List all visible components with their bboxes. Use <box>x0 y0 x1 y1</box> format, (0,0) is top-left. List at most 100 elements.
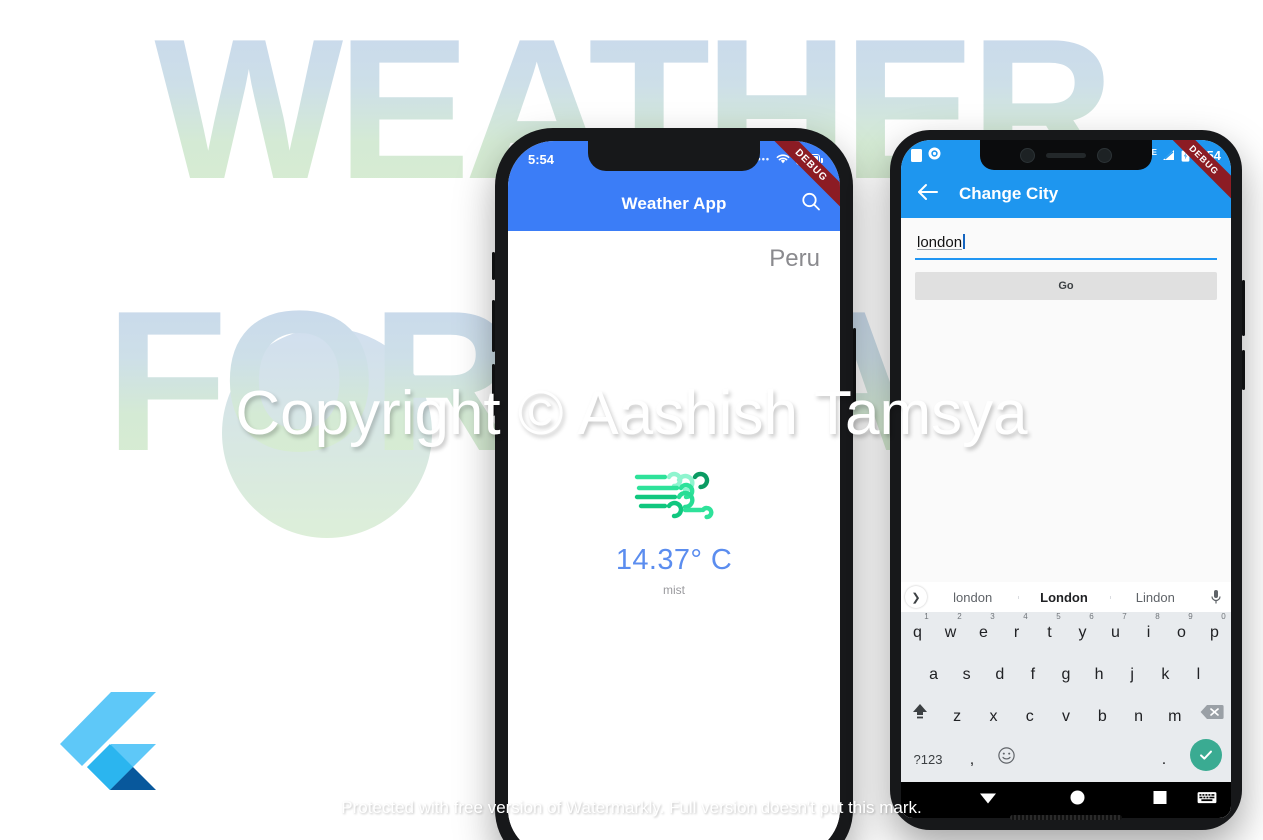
key-h[interactable]: h <box>1083 654 1116 696</box>
key-x[interactable]: x <box>975 696 1011 738</box>
suggestion-1[interactable]: London <box>1018 590 1109 605</box>
key-i[interactable]: 8i <box>1132 612 1165 654</box>
key-p[interactable]: 0p <box>1198 612 1231 654</box>
suggestion-2[interactable]: Lindon <box>1109 590 1201 605</box>
key-label: r <box>1013 624 1020 641</box>
mist-wind-icon <box>631 463 717 528</box>
key-n[interactable]: n <box>1120 696 1156 738</box>
key-num-hint: 3 <box>990 612 995 621</box>
enter-key[interactable] <box>1181 739 1231 781</box>
key-label: w <box>944 624 957 641</box>
iphone-app-bar: Weather App <box>508 177 840 231</box>
key-d[interactable]: d <box>983 654 1016 696</box>
backspace-icon[interactable] <box>1193 696 1231 738</box>
key-num-hint: 6 <box>1089 612 1094 621</box>
microphone-icon[interactable] <box>1201 589 1231 605</box>
nav-home-circle-icon[interactable] <box>1070 790 1085 810</box>
keyboard-row-1: 1q 2w 3e 4r 5t 6y 7u 8i 9o 0p <box>901 612 1231 654</box>
key-r[interactable]: 4r <box>1000 612 1033 654</box>
keyboard-row-3: z x c v b n m <box>901 696 1231 738</box>
key-label: y <box>1078 624 1087 641</box>
key-period[interactable]: . <box>1147 739 1181 781</box>
iphone-content: Peru 14.37° C mist <box>508 231 840 840</box>
keyboard-row-2: a s d f g h j k l <box>901 654 1231 696</box>
key-num-hint: 5 <box>1056 612 1061 621</box>
android-volume-button[interactable] <box>1242 350 1245 390</box>
key-num-hint: 8 <box>1155 612 1160 621</box>
key-j[interactable]: j <box>1116 654 1149 696</box>
android-screen: LTE 5:54 <box>901 140 1231 818</box>
text-caret <box>963 234 965 249</box>
front-camera-secondary-icon <box>1097 147 1112 163</box>
key-t[interactable]: 5t <box>1033 612 1066 654</box>
iphone-status-time: 5:54 <box>528 151 555 167</box>
android-power-button[interactable] <box>1242 280 1245 336</box>
flutter-logo <box>48 688 160 800</box>
android-navigation-bar <box>901 782 1231 818</box>
key-z[interactable]: z <box>939 696 975 738</box>
weather-summary: 14.37° C mist <box>508 463 840 597</box>
key-num-hint: 4 <box>1023 612 1028 621</box>
symbols-key[interactable]: ?123 <box>901 739 955 781</box>
key-u[interactable]: 7u <box>1099 612 1132 654</box>
keyboard-row-4: ?123 , . <box>901 738 1231 782</box>
shift-icon[interactable] <box>901 696 939 738</box>
key-comma[interactable]: , <box>955 739 989 781</box>
key-o[interactable]: 9o <box>1165 612 1198 654</box>
key-f[interactable]: f <box>1016 654 1049 696</box>
keyboard-suggestion-bar: ❯ london London Lindon <box>901 582 1231 612</box>
iphone-notch <box>588 141 760 171</box>
key-b[interactable]: b <box>1084 696 1120 738</box>
nav-recents-square-icon[interactable] <box>1153 791 1167 810</box>
key-label: u <box>1111 624 1120 641</box>
temperature-value: 14.37° C <box>615 544 733 576</box>
key-s[interactable]: s <box>950 654 983 696</box>
nav-keyboard-icon[interactable] <box>1197 791 1217 810</box>
emoji-icon[interactable] <box>989 739 1023 781</box>
iphone-volume-down-button[interactable] <box>492 364 495 416</box>
check-icon <box>1190 739 1222 771</box>
iphone-screen: 5:54 •••• Weather App Peru 14.37° C mist… <box>508 141 840 840</box>
key-a[interactable]: a <box>917 654 950 696</box>
key-num-hint: 9 <box>1188 612 1193 621</box>
city-input[interactable]: london <box>915 230 1217 260</box>
key-k[interactable]: k <box>1149 654 1182 696</box>
key-w[interactable]: 2w <box>934 612 967 654</box>
key-num-hint: 1 <box>924 612 929 621</box>
go-button[interactable]: Go <box>915 272 1217 300</box>
android-app-bar: Change City <box>901 170 1231 218</box>
chevron-right-icon[interactable]: ❯ <box>905 586 927 608</box>
search-icon[interactable] <box>800 191 822 218</box>
suggestion-0[interactable]: london <box>927 590 1018 605</box>
iphone-app-title: Weather App <box>621 194 727 213</box>
space-key[interactable] <box>1023 739 1147 781</box>
key-y[interactable]: 6y <box>1066 612 1099 654</box>
key-q[interactable]: 1q <box>901 612 934 654</box>
key-num-hint: 7 <box>1122 612 1127 621</box>
record-circle-icon <box>928 147 941 163</box>
key-label: q <box>913 624 922 641</box>
screenshot-stage: WEATHER FORECAST 5:54 •••• <box>0 0 1263 840</box>
key-c[interactable]: c <box>1012 696 1048 738</box>
android-keyboard: ❯ london London Lindon 1q 2w 3 e 4 r 5 t… <box>901 582 1231 782</box>
android-device: LTE 5:54 <box>890 130 1245 830</box>
condition-label: mist <box>663 583 685 597</box>
iphone-mute-switch[interactable] <box>492 252 495 280</box>
iphone-device: 5:54 •••• Weather App Peru 14.37° C mist… <box>492 128 856 840</box>
key-e[interactable]: 3e <box>967 612 1000 654</box>
key-g[interactable]: g <box>1049 654 1082 696</box>
iphone-power-button[interactable] <box>853 328 856 408</box>
android-notification-icons <box>911 147 941 163</box>
key-label: t <box>1047 624 1052 641</box>
key-v[interactable]: v <box>1048 696 1084 738</box>
key-label: e <box>979 624 988 641</box>
earpiece-speaker <box>1046 152 1086 158</box>
key-label: o <box>1177 624 1186 641</box>
key-m[interactable]: m <box>1157 696 1193 738</box>
nav-back-triangle-icon[interactable] <box>979 791 997 810</box>
signal-bars-icon <box>1162 150 1174 160</box>
iphone-volume-up-button[interactable] <box>492 300 495 352</box>
android-notch <box>980 140 1152 170</box>
arrow-back-icon[interactable] <box>917 183 939 206</box>
key-l[interactable]: l <box>1182 654 1215 696</box>
